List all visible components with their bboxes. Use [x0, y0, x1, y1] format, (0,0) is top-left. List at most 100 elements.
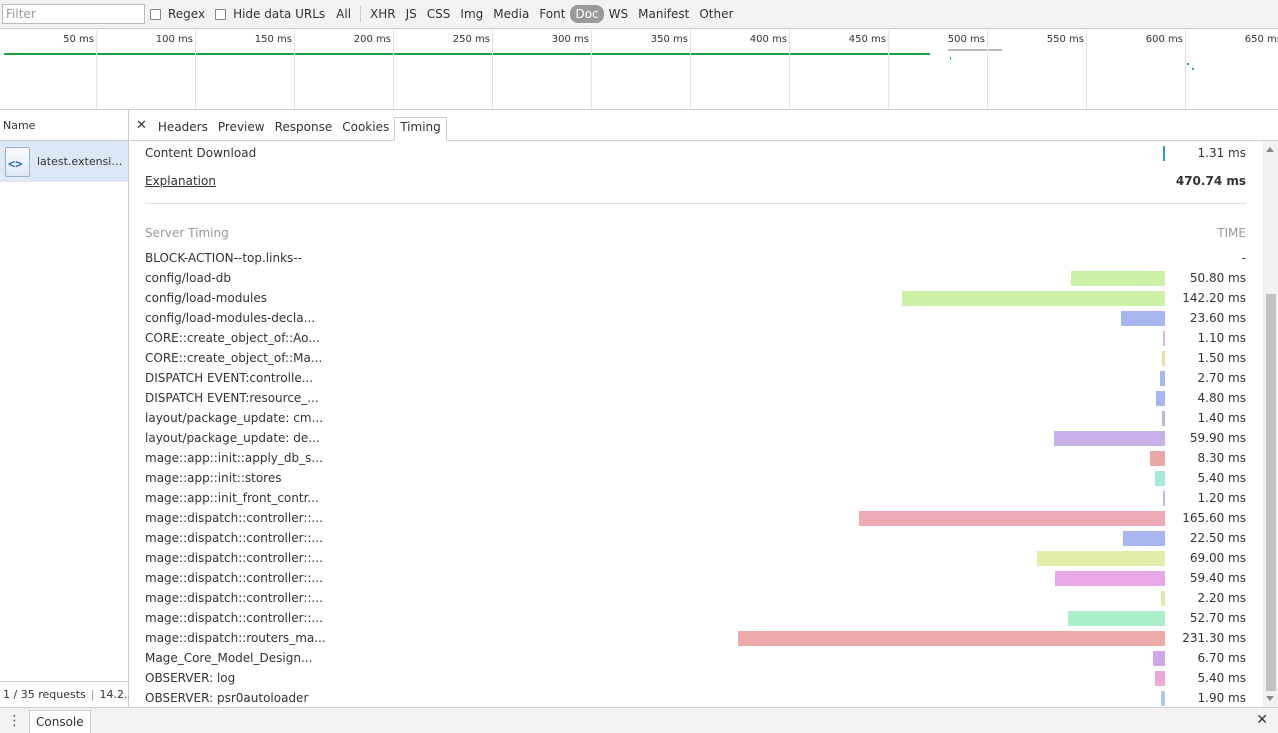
server-timing-label: mage::app::init::stores	[145, 471, 282, 485]
server-timing-value: 22.50 ms	[1189, 531, 1246, 545]
request-name: latest.extensions...	[37, 155, 128, 168]
explanation-link[interactable]: Explanation	[145, 174, 216, 188]
type-filter-all[interactable]: All	[331, 5, 356, 23]
hide-data-urls-checkbox-box[interactable]	[215, 8, 227, 20]
server-timing-row: mage::dispatch::controller::... 69.00 ms	[145, 548, 1246, 568]
overview-tick-label: 500 ms	[947, 34, 985, 45]
tab-cookies[interactable]: Cookies	[337, 116, 394, 140]
server-timing-row: layout/package_update: cm... 1.40 ms	[145, 408, 1246, 428]
server-timing-value: 23.60 ms	[1189, 311, 1246, 325]
server-timing-row: OBSERVER: log 5.40 ms	[145, 668, 1246, 688]
type-filter-font[interactable]: Font	[534, 5, 570, 23]
server-timing-bar	[1160, 371, 1165, 386]
tab-preview[interactable]: Preview	[213, 116, 270, 140]
content-download-bar	[1163, 146, 1165, 161]
more-options-icon[interactable]: ⋮	[0, 713, 29, 729]
server-timing-row: mage::dispatch::controller::... 52.70 ms	[145, 608, 1246, 628]
status-divider: |	[90, 688, 95, 701]
server-timing-row: config/load-db 50.80 ms	[145, 268, 1246, 288]
server-timing-row: BLOCK-ACTION--top.links-- -	[145, 248, 1246, 268]
server-timing-value: 231.30 ms	[1182, 631, 1246, 645]
server-timing-bar	[1162, 351, 1165, 366]
server-timing-row: DISPATCH EVENT:resource_... 4.80 ms	[145, 388, 1246, 408]
server-timing-bar	[1067, 611, 1165, 626]
regex-label: Regex	[168, 7, 206, 21]
server-timing-label: BLOCK-ACTION--top.links--	[145, 251, 302, 265]
server-timing-value: 8.30 ms	[1197, 451, 1246, 465]
regex-checkbox[interactable]: Regex	[150, 7, 205, 21]
filter-input[interactable]	[2, 4, 145, 24]
request-row[interactable]: <> latest.extensions...	[0, 141, 128, 182]
tab-response[interactable]: Response	[270, 116, 338, 140]
server-timing-bar	[1054, 431, 1165, 446]
server-timing-header: Server Timing	[145, 226, 229, 240]
type-filter-js[interactable]: JS	[401, 5, 422, 23]
overview-gridline	[591, 30, 592, 109]
overview-tick-label: 100 ms	[155, 34, 193, 45]
tab-headers[interactable]: Headers	[153, 116, 213, 140]
type-filter-ws[interactable]: WS	[604, 5, 633, 23]
server-timing-value: 5.40 ms	[1197, 671, 1246, 685]
server-timing-row: mage::dispatch::routers_ma... 231.30 ms	[145, 628, 1246, 648]
tab-timing[interactable]: Timing	[394, 117, 447, 141]
server-timing-value: 1.10 ms	[1197, 331, 1246, 345]
overview-gridline	[195, 30, 196, 109]
server-timing-value: 142.20 ms	[1182, 291, 1246, 305]
server-timing-value: 59.40 ms	[1189, 571, 1246, 585]
scroll-down-icon[interactable]	[1266, 696, 1274, 701]
hide-data-urls-checkbox[interactable]: Hide data URLs	[215, 7, 325, 21]
resource-type-filters: All XHR JS CSS Img Media Font Doc WS Manifest Othe…	[331, 5, 738, 23]
server-timing-row: mage::dispatch::controller::... 22.50 ms	[145, 528, 1246, 548]
type-filter-doc[interactable]: Doc	[570, 5, 604, 23]
close-icon[interactable]: ✕	[134, 118, 153, 140]
server-timing-row: CORE::create_object_of::Ao... 1.10 ms	[145, 328, 1246, 348]
overview-dot	[950, 57, 951, 60]
type-filter-xhr[interactable]: XHR	[365, 5, 401, 23]
server-timing-label: Mage_Core_Model_Design...	[145, 651, 313, 665]
scroll-thumb[interactable]	[1266, 294, 1276, 691]
overview-tick-label: 650 ms	[1244, 34, 1278, 45]
overview-tick-label: 150 ms	[254, 34, 292, 45]
server-timing-value: 2.20 ms	[1197, 591, 1246, 605]
console-tab[interactable]: Console	[29, 709, 91, 733]
close-drawer-icon[interactable]: ✕	[1256, 712, 1268, 728]
overview-gridline	[888, 30, 889, 109]
details-tab-bar: ✕ Headers Preview Response Cookies Timing	[130, 110, 1278, 141]
overview-gridline	[294, 30, 295, 109]
server-timing-row: CORE::create_object_of::Ma... 1.50 ms	[145, 348, 1246, 368]
type-filter-css[interactable]: CSS	[422, 5, 456, 23]
overview-tick-label: 550 ms	[1046, 34, 1084, 45]
server-timing-row: mage::dispatch::controller::... 2.20 ms	[145, 588, 1246, 608]
server-timing-row: config/load-modules 142.20 ms	[145, 288, 1246, 308]
server-timing-value: 1.20 ms	[1197, 491, 1246, 505]
timing-divider	[145, 203, 1246, 204]
server-timing-label: DISPATCH EVENT:resource_...	[145, 391, 319, 405]
server-timing-label: CORE::create_object_of::Ma...	[145, 351, 323, 365]
server-timing-value: 50.80 ms	[1189, 271, 1246, 285]
regex-checkbox-box[interactable]	[150, 8, 161, 20]
overview-tick-label: 250 ms	[452, 34, 490, 45]
overview-dot	[1192, 68, 1194, 70]
scroll-up-icon[interactable]	[1266, 147, 1274, 152]
server-timing-label: DISPATCH EVENT:controlle...	[145, 371, 314, 385]
server-timing-label: config/load-modules-decla...	[145, 311, 316, 325]
name-column-header[interactable]: Name	[0, 110, 128, 141]
explanation-row: Explanation 470.74 ms	[145, 171, 1246, 191]
type-filter-other[interactable]: Other	[694, 5, 738, 23]
overview-gridline	[393, 30, 394, 109]
server-timing-header-row: Server Timing TIME	[145, 223, 1246, 243]
server-timing-row: mage::app::init::stores 5.40 ms	[145, 468, 1246, 488]
type-filter-manifest[interactable]: Manifest	[633, 5, 694, 23]
server-timing-bar	[1071, 271, 1165, 286]
server-timing-bar	[1160, 591, 1165, 606]
network-filter-bar: Regex Hide data URLs All XHRJSCSSImgMedia…	[0, 0, 1278, 29]
details-scrollbar[interactable]	[1263, 141, 1278, 707]
type-filter-img[interactable]: Img	[455, 5, 488, 23]
type-filter-media[interactable]: Media	[488, 5, 534, 23]
devtools-drawer: ⋮ Console ✕	[0, 707, 1278, 733]
server-timing-row: Mage_Core_Model_Design... 6.70 ms	[145, 648, 1246, 668]
request-list: Name <> latest.extensions... 1 / 35 requ…	[0, 110, 129, 707]
server-timing-bar	[1162, 491, 1165, 506]
network-overview-timeline[interactable]: 50 ms 100 ms 150 ms 200 ms 250 ms 300 ms 350 m…	[0, 30, 1278, 110]
timing-content: Content Download 1.31 ms Explanation 470…	[130, 141, 1263, 707]
